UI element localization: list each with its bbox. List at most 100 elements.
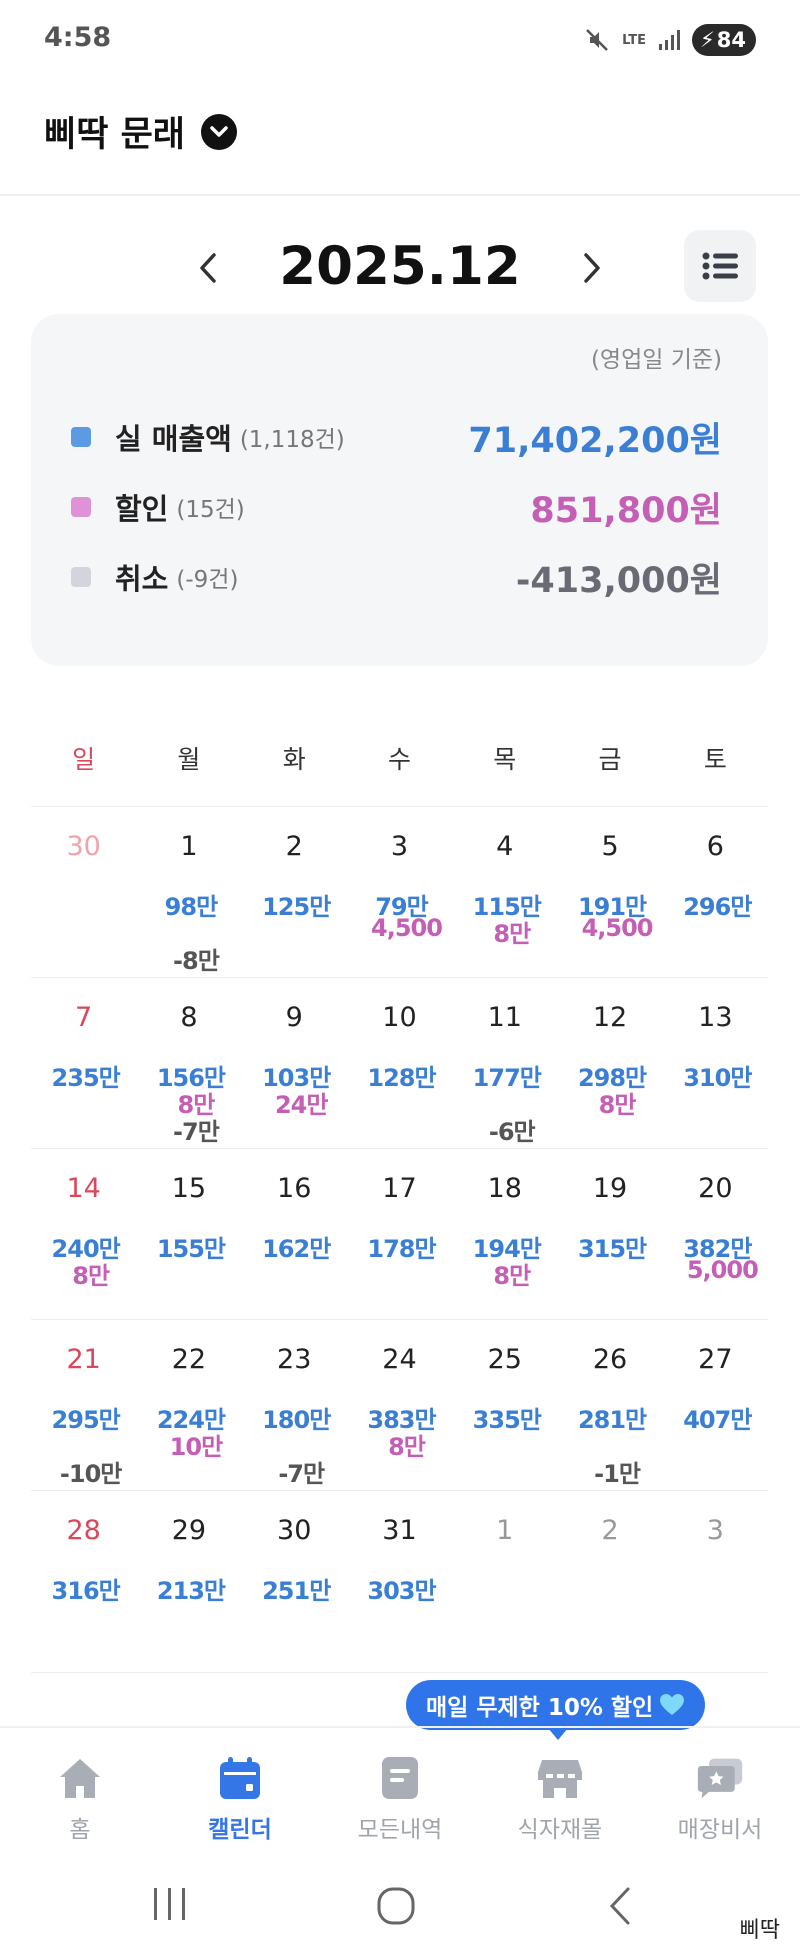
calendar-day-cell[interactable]: 16 162만 [242,1149,347,1319]
day-number: 1 [496,1515,514,1546]
day-number: 15 [171,1173,207,1204]
calendar-day-cell[interactable]: 29 213만 [136,1491,241,1672]
status-time: 4:58 [44,22,112,53]
calendar-day-cell[interactable]: 9 103만 24만 [242,978,347,1148]
calendar-day-cell[interactable]: 20 382만 5,000 [663,1149,768,1319]
cancel-amount: -10만 [59,1460,122,1488]
calendar-day-cell[interactable]: 18 194만 8만 [452,1149,557,1319]
calendar-day-cell[interactable]: 23 180만 -7만 [242,1320,347,1490]
calendar-day-cell[interactable]: 4 115만 8만 [452,807,557,977]
calendar-day-cell[interactable]: 15 155만 [136,1149,241,1319]
calendar-day-cell[interactable]: 31 303만 [347,1491,452,1672]
sales-amount: 128만 [367,1064,436,1092]
calendar-day-cell[interactable]: 12 298만 8만 [557,978,662,1148]
discount-amount: 8만 [388,1433,426,1461]
prev-month-button[interactable] [188,246,228,290]
signal-icon [658,29,681,51]
calendar-day-cell[interactable]: 2 125만 [242,807,347,977]
summary-basis-note: (영업일 기준) [590,347,722,373]
chevron-down-icon[interactable] [201,113,237,150]
calendar-day-cell[interactable]: 6 296만 [663,807,768,977]
nav-label: 홈 [69,1817,91,1843]
nav-home[interactable]: 홈 [0,1728,160,1854]
nav-grocery-mall[interactable]: 식자재몰 [480,1728,640,1854]
calendar-day-cell[interactable]: 17 178만 [347,1149,452,1319]
calendar-day-cell[interactable]: 22 224만 10만 [136,1320,241,1490]
day-number: 13 [698,1002,733,1033]
day-number: 9 [285,1002,303,1033]
watermark: 삐딱 [739,1918,780,1943]
assistant-chat-icon [696,1754,744,1802]
status-bar: 4:58 LTE ⚡ 84 [0,0,800,84]
calendar-day-cell[interactable]: 5 191만 4,500 [557,807,662,977]
summary-row-discount[interactable]: 할인 (15건) 851,800원 [71,482,722,532]
back-button[interactable] [604,1886,634,1930]
calendar-day-cell[interactable]: 25 335만 [452,1320,557,1490]
calendar-day-cell[interactable]: 7 235만 [31,978,136,1148]
summary-row-cancel[interactable]: 취소 (-9건) -413,000원 [71,552,722,602]
calendar-day-cell[interactable]: 11 177만 -6만 [452,978,557,1148]
nav-all-history[interactable]: 모든내역 [320,1728,480,1854]
calendar-day-cell[interactable]: 2 [557,1491,662,1672]
calendar-day-cell[interactable]: 14 240만 8만 [31,1149,136,1319]
calendar-week: 28 316만 29 213만 30 251만 31 303만 1 2 3 [31,1490,768,1673]
calendar-day-cell[interactable]: 30 251만 [242,1491,347,1672]
weekday-header: 일 월 화 수 목 금 토 [31,740,768,776]
home-button[interactable] [376,1886,416,1930]
sales-amount: 316만 [51,1577,121,1605]
chevron-right-icon [584,253,600,283]
weekday-wed: 수 [387,745,411,774]
promo-banner[interactable]: 매일 무제한 10% 할인 [406,1680,706,1730]
day-number: 3 [390,831,409,862]
summary-label: 실 매출액 [115,422,232,456]
sales-amount: 303만 [367,1577,436,1605]
nav-label: 캘린더 [208,1817,272,1843]
calendar-day-cell[interactable]: 24 383만 8만 [347,1320,452,1490]
next-month-button[interactable] [572,246,612,290]
calendar-day-cell[interactable]: 28 316만 [31,1491,136,1672]
chevron-left-icon [200,253,216,283]
weekday-fri: 금 [598,745,622,774]
sales-amount: 180만 [262,1406,331,1434]
header-divider [0,194,800,196]
calendar-day-cell[interactable]: 1 98만 -8만 [136,807,241,977]
calendar-day-cell[interactable]: 3 [663,1491,768,1672]
calendar-day-cell[interactable]: 8 156만 8만 -7만 [136,978,241,1148]
nav-store-assistant[interactable]: 매장비서 [640,1728,800,1854]
calendar-day-cell[interactable]: 19 315만 [557,1149,662,1319]
sales-amount: 162만 [262,1235,331,1263]
day-number: 28 [66,1515,101,1546]
calendar-day-cell[interactable]: 10 128만 [347,978,452,1148]
day-number: 4 [496,831,514,862]
calendar-day-cell[interactable]: 13 310만 [663,978,768,1148]
calendar-day-cell[interactable]: 3 79만 4,500 [347,807,452,977]
summary-count: (15건) [176,497,245,523]
day-number: 23 [277,1344,312,1375]
calendar-day-cell[interactable]: 1 [452,1491,557,1672]
sales-amount: 407만 [683,1406,752,1434]
day-number: 17 [382,1173,417,1204]
discount-amount: 4,500 [581,914,654,942]
summary-amount: -413,000원 [515,560,722,601]
day-number: 30 [277,1515,312,1546]
calendar-day-cell[interactable]: 26 281만 -1만 [557,1320,662,1490]
recent-apps-button[interactable] [150,1886,190,1926]
store-name: 삐딱 문래 [44,115,185,155]
calendar-day-cell[interactable]: 27 407만 [663,1320,768,1490]
calendar-day-cell[interactable]: 30 [31,807,136,977]
calendar-day-cell[interactable]: 21 295만 -10만 [31,1320,136,1490]
calendar-week: 7 235만 8 156만 8만 -7만 9 103만 24만 10 128만 11 177만 -6만 12… [31,977,768,1148]
sales-amount: 235만 [51,1064,121,1092]
list-view-button[interactable] [684,230,756,302]
summary-row-net-sales[interactable]: 실 매출액 (1,118건) 71,402,200원 [71,412,722,462]
store-selector[interactable]: 삐딱 문래 [44,106,237,157]
nav-calendar[interactable]: 캘린더 [160,1728,320,1854]
cancel-swatch [71,567,91,587]
discount-amount: 24만 [274,1091,328,1119]
day-number: 12 [592,1002,628,1033]
calendar-week: 30 1 98만 -8만 2 125만 3 79만 4,500 4 115만 8만 5 191만 4,500… [31,806,768,977]
day-number: 24 [382,1344,417,1375]
day-number: 22 [171,1344,207,1375]
calendar-week: 14 240만 8만 15 155만 16 162만 17 178만 18 194만 8만 19 315만… [31,1148,768,1319]
day-number: 26 [592,1344,628,1375]
